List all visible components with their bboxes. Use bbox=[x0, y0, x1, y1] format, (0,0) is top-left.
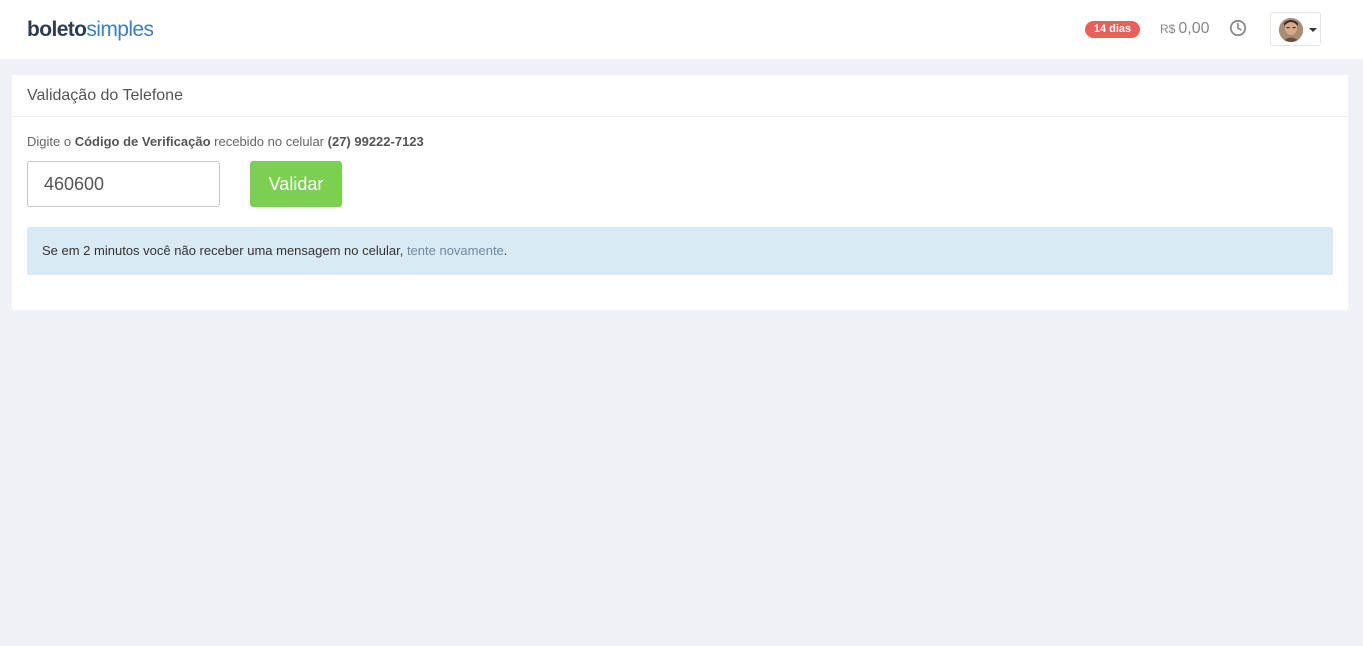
brand-logo-part1: boleto bbox=[27, 18, 87, 41]
chevron-down-icon bbox=[1309, 28, 1317, 32]
alert-period: . bbox=[503, 243, 508, 258]
retry-link[interactable]: tente novamente bbox=[407, 243, 504, 258]
trial-days-badge[interactable]: 14 dias bbox=[1085, 21, 1140, 38]
phone-validation-panel: Validação do Telefone Digite o Código de… bbox=[12, 75, 1348, 310]
instruction-middle: recebido no celular bbox=[214, 134, 325, 149]
panel-header: Validação do Telefone bbox=[12, 75, 1348, 117]
verification-instruction: Digite o Código de Verificação recebido … bbox=[27, 133, 424, 151]
instruction-code-label: Código de Verificação bbox=[74, 134, 211, 149]
verification-code-input[interactable] bbox=[27, 161, 220, 207]
top-navbar: boletosimples 14 dias R$ 0,00 bbox=[0, 0, 1363, 59]
account-balance[interactable]: R$ 0,00 bbox=[1160, 18, 1209, 40]
avatar bbox=[1279, 18, 1303, 42]
balance-value: 0,00 bbox=[1178, 20, 1210, 37]
alert-text: Se em 2 minutos você não receber uma men… bbox=[42, 242, 507, 260]
instruction-prefix: Digite o bbox=[27, 134, 72, 149]
page-title: Validação do Telefone bbox=[27, 87, 183, 104]
balance-currency: R$ bbox=[1160, 22, 1176, 36]
alert-message: Se em 2 minutos você não receber uma men… bbox=[42, 243, 404, 258]
brand-logo-part2: simples bbox=[86, 18, 154, 41]
validate-button[interactable]: Validar bbox=[250, 161, 342, 207]
user-menu-dropdown[interactable] bbox=[1270, 12, 1321, 46]
instruction-phone: (27) 99222-7123 bbox=[327, 134, 424, 149]
brand-logo[interactable]: boletosimples bbox=[27, 17, 154, 43]
info-alert: Se em 2 minutos você não receber uma men… bbox=[27, 227, 1333, 275]
clock-icon[interactable] bbox=[1229, 19, 1247, 37]
